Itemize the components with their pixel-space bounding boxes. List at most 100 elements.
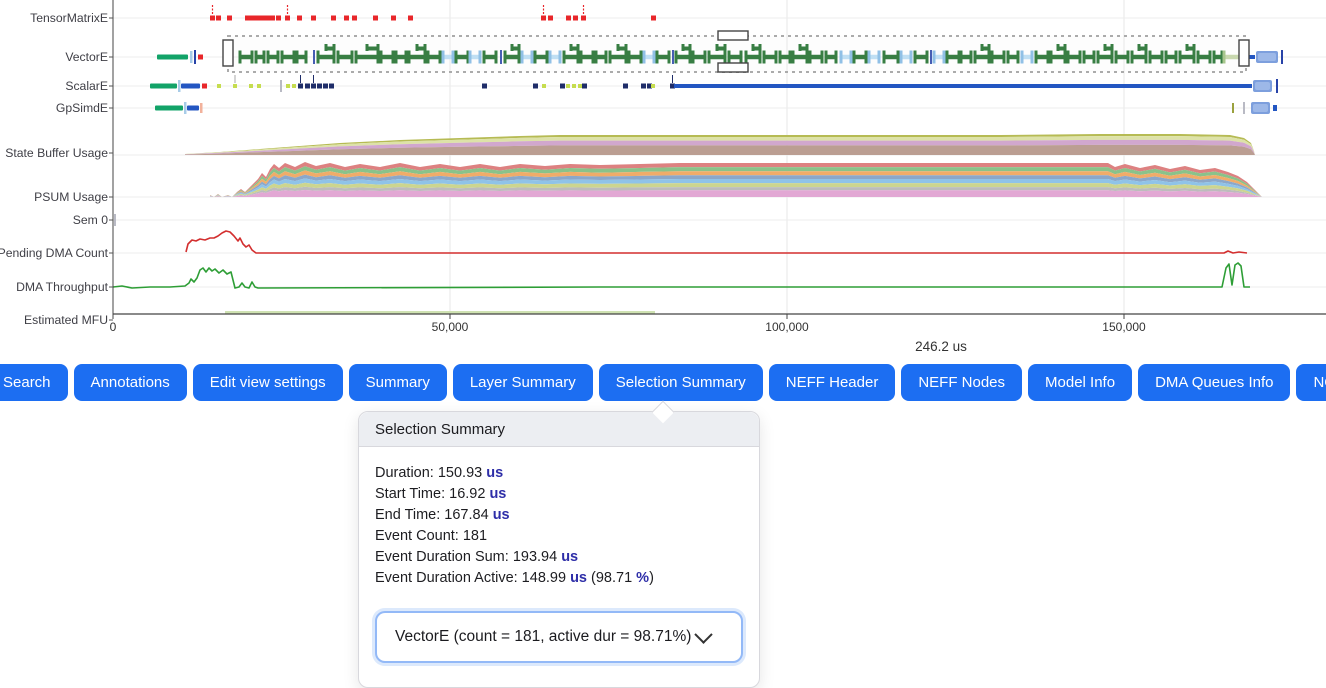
timeline-event[interactable] xyxy=(114,214,116,226)
timeline-event[interactable] xyxy=(255,16,260,21)
timeline-event[interactable] xyxy=(178,80,181,92)
timeline-event[interactable] xyxy=(573,16,578,21)
track-label-scalare: ScalarE xyxy=(65,79,108,93)
x-axis-tick-label: 100,000 xyxy=(765,320,809,334)
toolbar-button-model-info[interactable]: Model Info xyxy=(1028,364,1132,401)
timeline-event[interactable] xyxy=(217,84,221,88)
timeline-event[interactable] xyxy=(297,16,302,21)
selection-handle-right[interactable] xyxy=(1239,40,1249,66)
timeline-event[interactable] xyxy=(329,84,334,89)
timeline-event[interactable] xyxy=(623,84,628,89)
timeline-event[interactable] xyxy=(317,84,322,89)
timeline-event[interactable] xyxy=(286,84,290,88)
toolbar-button-neff-nodes[interactable]: NEFF Nodes xyxy=(901,364,1022,401)
timeline-event[interactable] xyxy=(560,84,565,89)
toolbar-button-annotations[interactable]: Annotations xyxy=(74,364,187,401)
timeline-event[interactable] xyxy=(311,16,316,21)
timeline-event[interactable] xyxy=(233,75,237,88)
timeline-event[interactable] xyxy=(482,84,487,89)
timeline-event[interactable] xyxy=(1253,80,1272,92)
timeline-event[interactable] xyxy=(250,16,255,21)
timeline-event[interactable] xyxy=(1232,103,1234,113)
timeline-event[interactable] xyxy=(1281,50,1283,64)
timeline-event[interactable] xyxy=(187,106,199,111)
timeline-event[interactable] xyxy=(1256,51,1278,63)
toolbar-button-edit-view-settings[interactable]: Edit view settings xyxy=(193,364,343,401)
timeline-event[interactable] xyxy=(408,16,413,21)
timeline-event[interactable] xyxy=(305,84,310,89)
timeline-event[interactable] xyxy=(155,106,183,111)
selection-handle-top[interactable] xyxy=(718,31,748,40)
timeline-event[interactable] xyxy=(198,55,203,60)
timeline-event[interactable] xyxy=(276,16,281,21)
timeline-event[interactable] xyxy=(298,75,303,89)
timeline-event[interactable] xyxy=(202,84,207,89)
total-duration-label: 246.2 us xyxy=(915,339,967,354)
summary-row: Start Time: 16.92 us xyxy=(375,484,743,505)
timeline-event[interactable] xyxy=(344,16,349,21)
psum-usage-area xyxy=(210,162,1262,197)
timeline-event[interactable] xyxy=(1251,102,1270,114)
timeline-event[interactable] xyxy=(181,84,200,89)
timeline-event[interactable] xyxy=(533,84,538,89)
timeline-event[interactable] xyxy=(352,16,357,21)
timeline-event[interactable] xyxy=(566,84,570,88)
timeline-event[interactable] xyxy=(227,16,232,21)
timeline-event[interactable] xyxy=(641,84,646,89)
timeline-event[interactable] xyxy=(541,5,546,21)
summary-row: Duration: 150.93 us xyxy=(375,463,743,484)
timeline-event[interactable] xyxy=(391,16,396,21)
timeline-event[interactable] xyxy=(572,84,576,88)
timeline-event[interactable] xyxy=(674,84,1252,88)
timeline-event[interactable] xyxy=(651,84,655,88)
timeline-event[interactable] xyxy=(566,16,571,21)
selection-handle-bottom[interactable] xyxy=(718,63,748,72)
timeline-event[interactable] xyxy=(265,16,270,21)
timeline-event[interactable] xyxy=(285,5,290,21)
timeline-event[interactable] xyxy=(578,84,582,88)
selection-handle-left[interactable] xyxy=(223,40,233,66)
toolbar-button-nc-memory[interactable]: NC Memory xyxy=(1296,364,1326,401)
toolbar-button-neff-header[interactable]: NEFF Header xyxy=(769,364,896,401)
x-axis-tick-label: 150,000 xyxy=(1102,320,1146,334)
timeline-event[interactable] xyxy=(216,16,221,21)
timeline-event[interactable] xyxy=(292,84,296,88)
engine-select[interactable]: VectorE (count = 181, active dur = 98.71… xyxy=(375,611,743,663)
timeline-event[interactable] xyxy=(210,5,215,21)
popup-header: Selection Summary xyxy=(359,412,759,447)
timeline-event[interactable] xyxy=(373,16,378,21)
timeline-event[interactable] xyxy=(150,84,177,89)
timeline-event[interactable] xyxy=(257,84,261,88)
timeline-event[interactable] xyxy=(184,102,187,114)
toolbar-button-selection-summary[interactable]: Selection Summary xyxy=(599,364,763,401)
track-label-state-buffer-usage: State Buffer Usage xyxy=(5,146,108,160)
toolbar-button-dma-queues-info[interactable]: DMA Queues Info xyxy=(1138,364,1290,401)
timeline-event[interactable] xyxy=(194,50,196,64)
timeline-event[interactable] xyxy=(200,103,203,113)
toolbar-button-search[interactable]: Search xyxy=(0,364,68,401)
timeline-event[interactable] xyxy=(190,51,193,63)
timeline-event[interactable] xyxy=(1243,102,1245,114)
timeline-chart[interactable]: 050,000100,000150,000246.2 usTensorMatri… xyxy=(0,0,1326,358)
timeline-event[interactable] xyxy=(542,84,546,88)
timeline-event[interactable] xyxy=(270,16,275,21)
timeline-event[interactable] xyxy=(581,5,586,21)
timeline-event[interactable] xyxy=(157,55,188,60)
timeline-event[interactable] xyxy=(245,16,250,21)
timeline-event[interactable] xyxy=(323,84,328,89)
timeline-event[interactable] xyxy=(249,84,253,88)
timeline-event[interactable] xyxy=(582,84,587,89)
timeline-event[interactable] xyxy=(280,80,282,92)
track-label-psum-usage: PSUM Usage xyxy=(34,190,108,204)
timeline-event[interactable] xyxy=(260,16,265,21)
timeline-event[interactable] xyxy=(311,75,316,89)
timeline-svg: 050,000100,000150,000246.2 usTensorMatri… xyxy=(0,0,1326,358)
timeline-event[interactable] xyxy=(548,16,553,21)
toolbar-button-summary[interactable]: Summary xyxy=(349,364,447,401)
timeline-event[interactable] xyxy=(1273,105,1277,111)
timeline-event[interactable] xyxy=(651,16,656,21)
toolbar-button-layer-summary[interactable]: Layer Summary xyxy=(453,364,593,401)
engine-select-value: VectorE (count = 181, active dur = 98.71… xyxy=(395,628,691,646)
timeline-event[interactable] xyxy=(1276,79,1278,93)
timeline-event[interactable] xyxy=(331,16,336,21)
